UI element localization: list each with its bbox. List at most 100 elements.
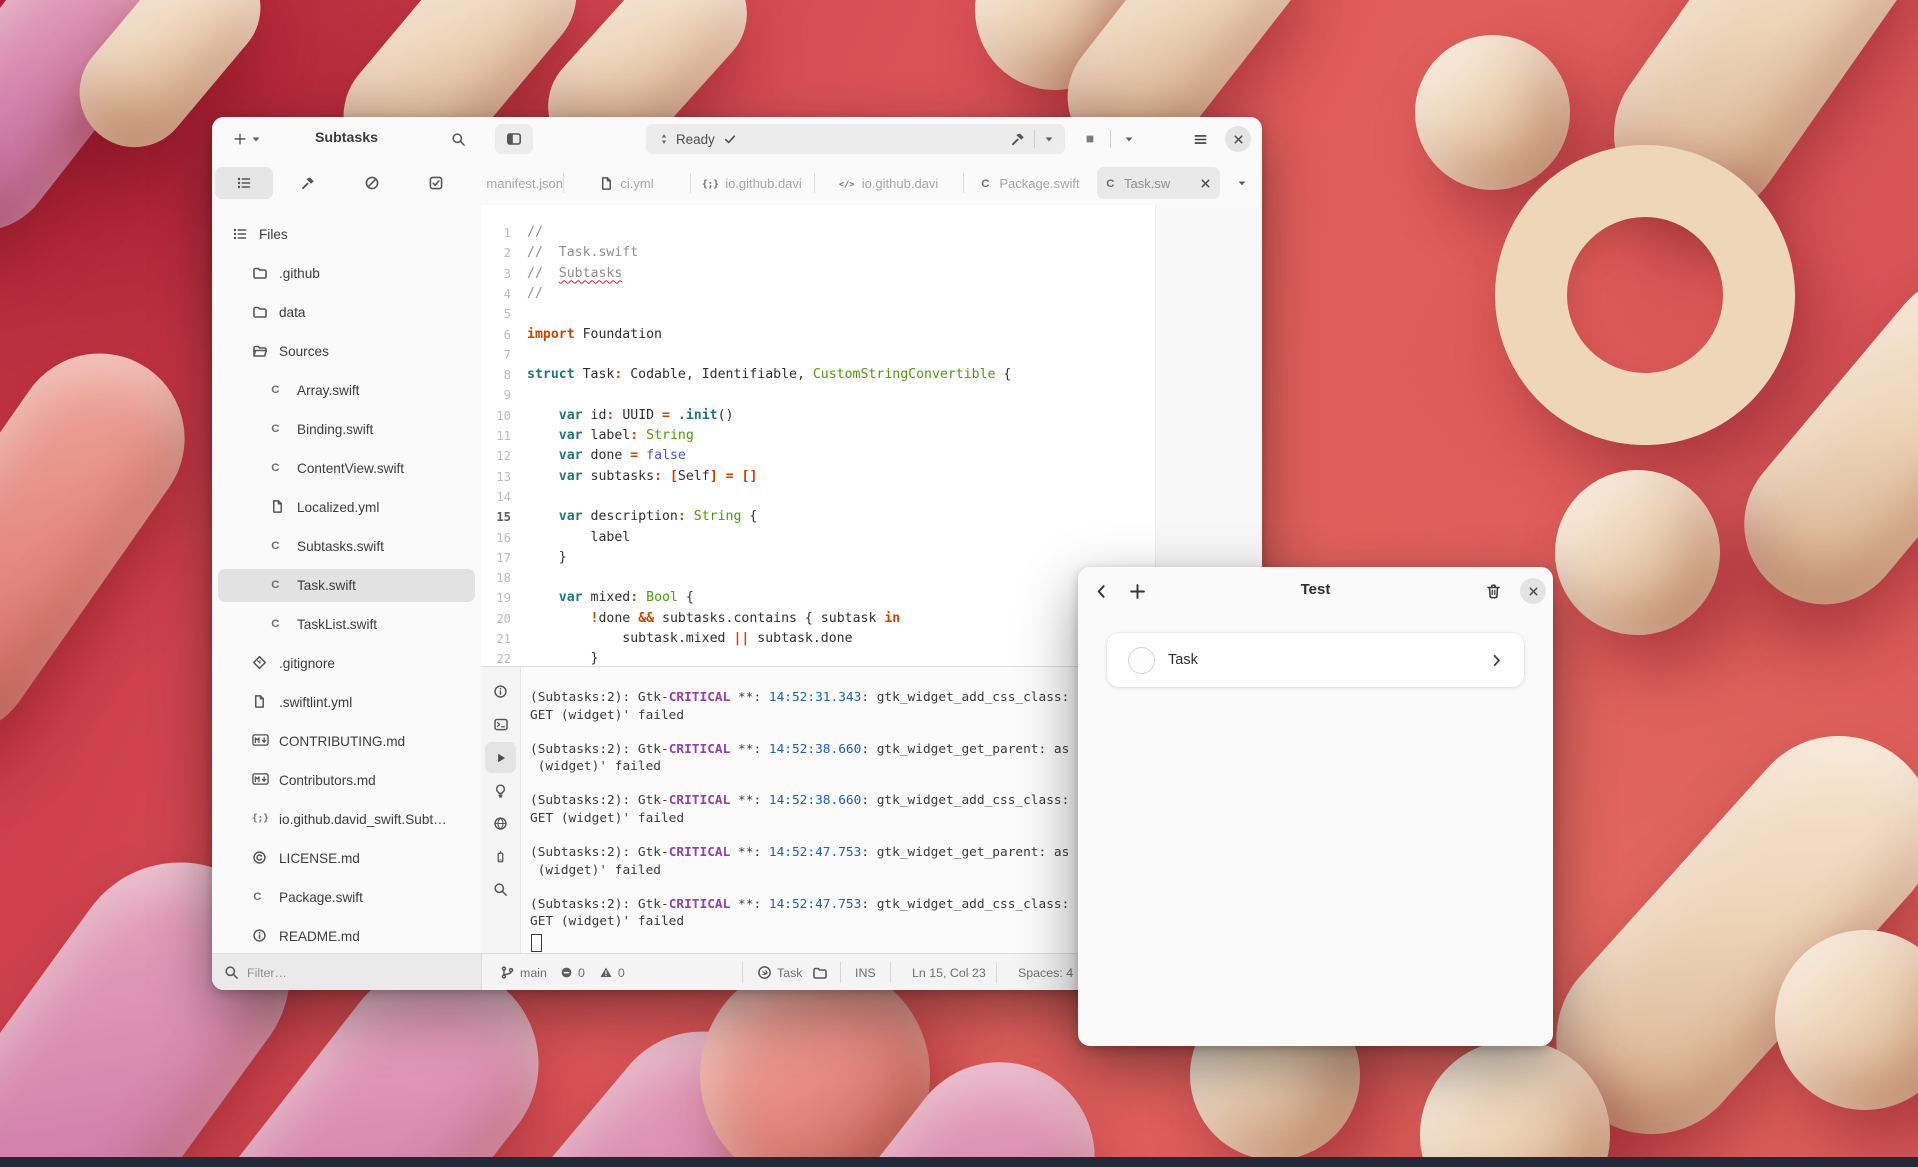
branch-label: main bbox=[520, 966, 547, 980]
filter-placeholder: Filter… bbox=[247, 966, 287, 980]
search-button[interactable] bbox=[445, 126, 471, 152]
cursor-position-indicator[interactable]: Ln 15, Col 23 bbox=[912, 954, 986, 990]
c-icon: C bbox=[252, 889, 269, 906]
input-mode-indicator[interactable]: INS bbox=[855, 954, 876, 990]
project-folder-button[interactable] bbox=[812, 954, 828, 990]
search-icon bbox=[451, 132, 466, 147]
panel-run-button[interactable] bbox=[485, 742, 516, 773]
mode-label: INS bbox=[855, 966, 876, 980]
sidebar-toolbar-check-square-button[interactable] bbox=[407, 167, 465, 199]
tree-item-binding-swift[interactable]: CBinding.swift bbox=[212, 410, 481, 449]
tree-filter-input[interactable]: Filter… bbox=[212, 954, 482, 990]
tree-item-label: Package.swift bbox=[279, 890, 363, 905]
error-count-icon bbox=[560, 966, 573, 979]
tab-manifest-json[interactable]: manifest.json bbox=[481, 161, 563, 205]
svg-text:C: C bbox=[1106, 178, 1114, 190]
close-window-button[interactable] bbox=[1225, 126, 1251, 152]
chevron-right-icon bbox=[1489, 653, 1504, 668]
wallpaper-pill bbox=[1415, 35, 1570, 190]
tab-list-caret-button[interactable] bbox=[1229, 170, 1255, 196]
toggle-sidebar-button[interactable] bbox=[495, 124, 533, 154]
panel-web-button[interactable] bbox=[485, 808, 516, 839]
tree-item-io-github-david-swift-subt-[interactable]: {;}io.github.david_swift.Subt… bbox=[212, 800, 481, 839]
tree-item-label: Task.swift bbox=[297, 578, 356, 593]
panel-device-button[interactable] bbox=[485, 841, 516, 872]
search-icon bbox=[493, 882, 508, 897]
tree-item-label: TaskList.swift bbox=[297, 617, 377, 632]
tree-item-label: ContentView.swift bbox=[297, 461, 404, 476]
markdown-icon bbox=[252, 733, 269, 750]
run-options-button[interactable] bbox=[1117, 126, 1141, 152]
editor-tab-bar: manifest.jsonci.yml{;}io.github.davi</>i… bbox=[481, 161, 1262, 206]
panel-terminal-button[interactable] bbox=[485, 709, 516, 740]
warning-count: 0 bbox=[618, 966, 625, 980]
code-line: import Foundation bbox=[527, 325, 662, 345]
tree-item-package-swift[interactable]: C Package.swift bbox=[212, 878, 481, 917]
tab-task-sw[interactable]: C Task.sw bbox=[1097, 167, 1220, 199]
info-icon bbox=[493, 684, 508, 699]
tree-item--github[interactable]: .github bbox=[212, 254, 481, 293]
tab-package-swift[interactable]: CPackage.swift bbox=[963, 161, 1097, 205]
web-icon bbox=[493, 816, 508, 831]
sidebar-toolbar-build-hammer-button[interactable] bbox=[279, 167, 337, 199]
line-number: 19 bbox=[481, 588, 511, 608]
tree-item-contributing-md[interactable]: CONTRIBUTING.md bbox=[212, 722, 481, 761]
close-window-button[interactable] bbox=[1520, 578, 1546, 604]
tree-item-array-swift[interactable]: CArray.swift bbox=[212, 371, 481, 410]
svg-text:C: C bbox=[271, 423, 279, 435]
diagnostics-indicator[interactable]: 0 0 bbox=[560, 954, 625, 990]
tree-item-contributors-md[interactable]: Contributors.md bbox=[212, 761, 481, 800]
delete-button[interactable] bbox=[1480, 578, 1506, 604]
device-icon bbox=[494, 849, 507, 865]
code-line: !done && subtasks.contains { subtask in bbox=[527, 609, 900, 629]
panel-search-button[interactable] bbox=[485, 874, 516, 905]
omnibar-build-status[interactable]: Ready bbox=[646, 124, 1065, 154]
tree-item--swiftlint-yml[interactable]: .swiftlint.yml bbox=[212, 683, 481, 722]
panel-lightbulb-button[interactable] bbox=[485, 775, 516, 806]
close-icon bbox=[1232, 133, 1245, 146]
tree-item-files[interactable]: Files bbox=[212, 215, 481, 254]
tree-item-label: Localized.yml bbox=[297, 500, 379, 515]
close-tab-icon[interactable] bbox=[1199, 177, 1212, 190]
json-icon: {;} bbox=[702, 177, 719, 190]
header-separator bbox=[1110, 130, 1111, 148]
tree-item-localized-yml[interactable]: Localized.yml bbox=[212, 488, 481, 527]
folder-icon bbox=[812, 965, 828, 981]
build-options-caret-icon[interactable] bbox=[1043, 133, 1055, 145]
tree-item--gitignore[interactable]: .gitignore bbox=[212, 644, 481, 683]
code-line: // Task.swift bbox=[527, 243, 638, 263]
tree-item-sources[interactable]: Sources bbox=[212, 332, 481, 371]
tree-item-license-md[interactable]: LICENSE.md bbox=[212, 839, 481, 878]
tab-ci-yml[interactable]: ci.yml bbox=[563, 161, 690, 205]
tree-item-label: Subtasks.swift bbox=[297, 539, 384, 554]
run-target-indicator[interactable]: Task bbox=[757, 954, 802, 990]
git-branch-indicator[interactable]: main bbox=[500, 954, 547, 990]
sidebar-toolbar-stop-circle-button[interactable] bbox=[343, 167, 401, 199]
error-count: 0 bbox=[578, 966, 585, 980]
main-menu-button[interactable] bbox=[1186, 126, 1214, 152]
c-icon: C bbox=[270, 382, 287, 399]
tab-label: Task.sw bbox=[1124, 176, 1170, 191]
tree-item-tasklist-swift[interactable]: CTaskList.swift bbox=[212, 605, 481, 644]
tree-item-subtasks-swift[interactable]: CSubtasks.swift bbox=[212, 527, 481, 566]
stop-icon bbox=[1084, 133, 1096, 145]
code-line: var mixed: Bool { bbox=[527, 588, 694, 608]
c-icon: C bbox=[270, 421, 287, 438]
tree-item-task-swift[interactable]: CTask.swift bbox=[212, 566, 481, 605]
tree-item-readme-md[interactable]: README.md bbox=[212, 917, 481, 956]
line-number: 22 bbox=[481, 649, 511, 666]
tree-item-contentview-swift[interactable]: CContentView.swift bbox=[212, 449, 481, 488]
build-button[interactable] bbox=[1010, 131, 1026, 147]
panel-info-button[interactable] bbox=[485, 676, 516, 707]
task-row[interactable]: Task bbox=[1107, 633, 1524, 687]
code-line: // bbox=[527, 284, 543, 304]
indentation-indicator[interactable]: Spaces: 4 bbox=[1018, 954, 1073, 990]
tab-io-github-davi[interactable]: </>io.github.davi bbox=[814, 161, 963, 205]
stop-run-button[interactable] bbox=[1077, 126, 1103, 152]
tab-io-github-davi[interactable]: {;}io.github.davi bbox=[690, 161, 814, 205]
sidebar-toolbar-files-list-button[interactable] bbox=[215, 167, 273, 199]
tree-item-data[interactable]: data bbox=[212, 293, 481, 332]
task-checkbox[interactable] bbox=[1128, 647, 1155, 674]
line-number: 10 bbox=[481, 406, 511, 426]
svg-text:</>: </> bbox=[839, 179, 854, 189]
